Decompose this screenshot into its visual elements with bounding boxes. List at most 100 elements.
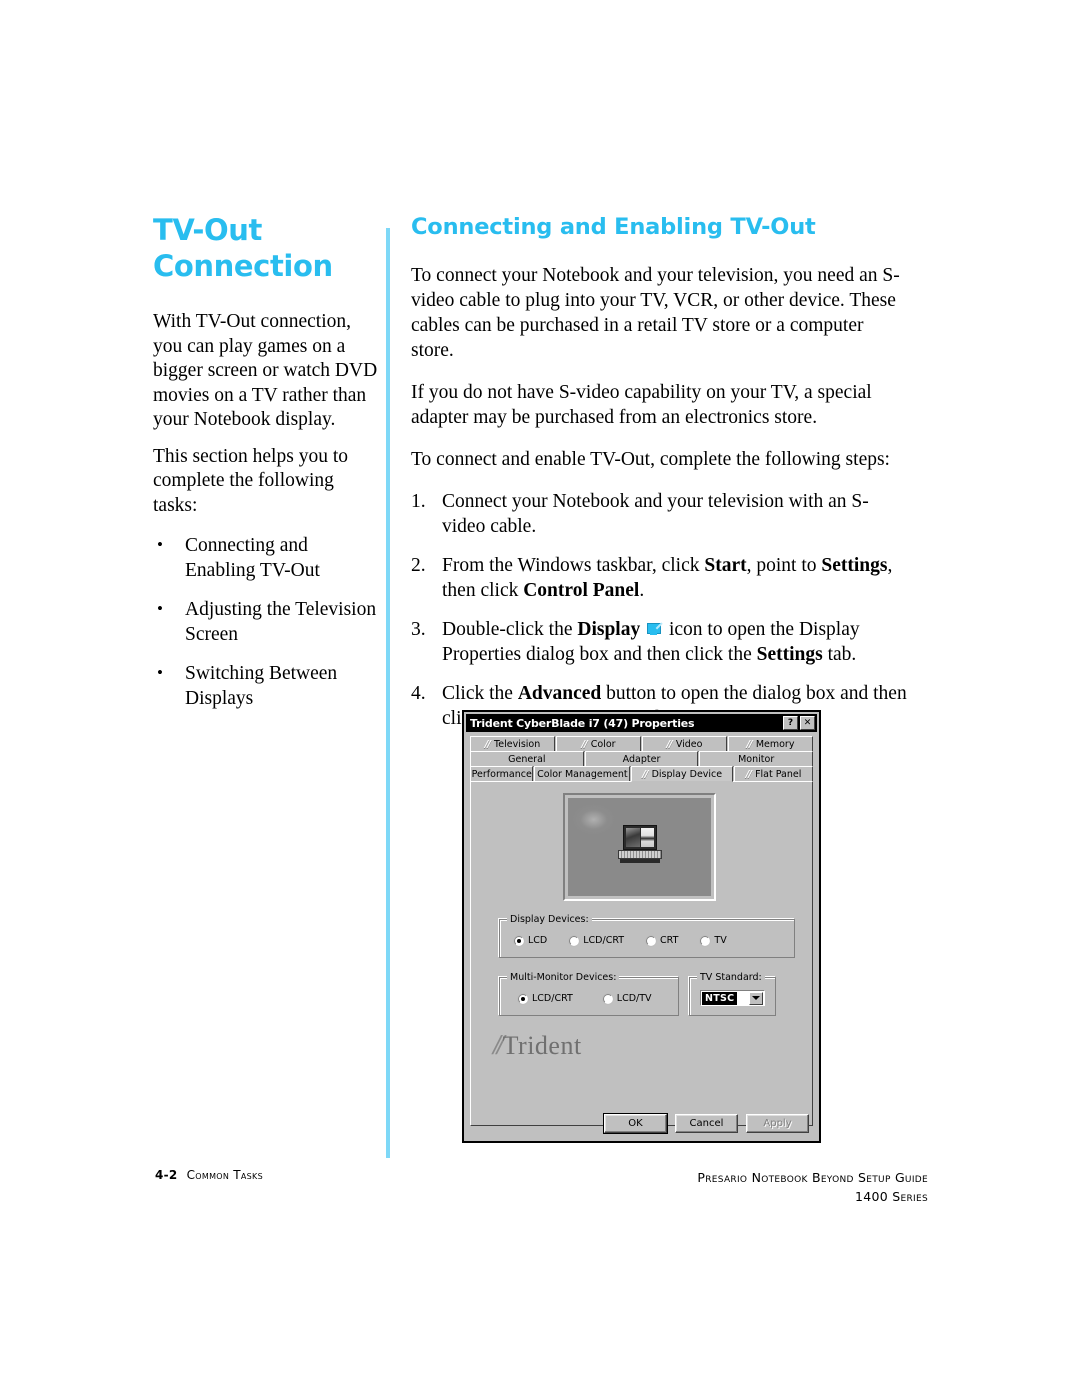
- tab-slash-icon: //: [581, 738, 587, 750]
- radio-dot-icon: [699, 934, 712, 947]
- footer-right: Presario Notebook Beyond Setup Guide 140…: [697, 1168, 928, 1206]
- tab-slash-icon: //: [642, 768, 648, 780]
- multi-monitor-devices-group: Multi-Monitor Devices: LCD/CRT LCD/TV: [499, 972, 679, 1016]
- radio-dot-icon: [601, 992, 614, 1005]
- notebook-keyboard: [617, 850, 662, 860]
- sidebar-bullet-label: Adjusting the Television Screen: [185, 599, 377, 645]
- tab-label: Television: [494, 738, 541, 750]
- bullet-icon: •: [157, 663, 163, 682]
- tab-label: Display Device: [651, 768, 723, 780]
- dialog-titlebar: Trident CyberBlade i7 (47) Properties ? …: [466, 714, 817, 732]
- tab-row-1: // Television // Color // Video // Memor…: [470, 736, 813, 752]
- close-icon[interactable]: ✕: [800, 716, 815, 730]
- list-item: • Adjusting the Television Screen: [153, 598, 383, 647]
- body-text: Double-click the: [442, 619, 578, 640]
- document-page: TV-Out Connection With TV-Out connection…: [0, 0, 1080, 1397]
- trident-properties-dialog: Trident CyberBlade i7 (47) Properties ? …: [462, 710, 821, 1143]
- tab-label: Adapter: [622, 753, 661, 765]
- cancel-button[interactable]: Cancel: [675, 1114, 738, 1133]
- sidebar-paragraph-1: With TV-Out connection, you can play gam…: [153, 311, 378, 430]
- radio-label: LCD: [528, 935, 548, 946]
- bullet-icon: •: [157, 599, 163, 618]
- tab-color-management[interactable]: Color Management: [534, 766, 631, 782]
- radio-lcd[interactable]: LCD: [513, 934, 548, 947]
- body-text: Connect your Notebook and your televisio…: [442, 491, 869, 537]
- sidebar-title-line2: Connection: [153, 249, 333, 283]
- tab-row-3: Performance Color Management // Display …: [470, 766, 814, 782]
- chevron-down-icon[interactable]: [749, 991, 763, 1005]
- step-number: 1.: [411, 491, 426, 512]
- footer-series: 1400 Series: [854, 1189, 928, 1204]
- list-item: • Connecting and Enabling TV-Out: [153, 534, 383, 583]
- radio-label: TV: [714, 935, 727, 946]
- radio-dot-icon: [645, 934, 658, 947]
- tab-general[interactable]: General: [470, 751, 584, 767]
- trident-logo: // Trident: [493, 1032, 582, 1060]
- sidebar-title-line1: TV-Out: [153, 213, 262, 247]
- sidebar-bullet-label: Switching Between Displays: [185, 663, 338, 709]
- step-item: 3. Double-click the Display icon to open…: [411, 617, 911, 667]
- tab-color[interactable]: // Color: [556, 736, 641, 752]
- step-number: 2.: [411, 555, 426, 576]
- tab-slash-icon: //: [484, 738, 491, 750]
- step-text: Double-click the Display icon to open th…: [442, 619, 860, 665]
- radio-tv[interactable]: TV: [699, 934, 727, 947]
- list-item: • Switching Between Displays: [153, 662, 383, 711]
- radio-lcd-crt[interactable]: LCD/CRT: [568, 934, 625, 947]
- sidebar-paragraph-2: This section helps you to complete the f…: [153, 445, 348, 516]
- body-text: .: [639, 580, 645, 601]
- radio-multi-lcd-crt[interactable]: LCD/CRT: [517, 992, 573, 1005]
- dialog-title: Trident CyberBlade i7 (47) Properties: [470, 716, 695, 730]
- tab-television[interactable]: // Television: [470, 736, 555, 752]
- emphasis-text: Display: [577, 619, 641, 640]
- tab-memory[interactable]: // Memory: [728, 736, 813, 752]
- emphasis-text: Start: [704, 555, 747, 576]
- main-paragraph-2: If you do not have S-video capability on…: [411, 382, 872, 428]
- radio-dot-icon: [568, 934, 581, 947]
- step-number: 4.: [411, 683, 426, 704]
- main-column: Connecting and Enabling TV-Out To connec…: [411, 213, 911, 745]
- group-legend: Display Devices:: [507, 914, 592, 925]
- tab-label: Color: [590, 738, 616, 750]
- tab-performance[interactable]: Performance: [470, 766, 534, 782]
- group-legend: TV Standard:: [697, 972, 765, 983]
- tv-standard-select[interactable]: NTSC: [700, 990, 765, 1006]
- radio-label: LCD/CRT: [583, 935, 625, 946]
- main-paragraph-1: To connect your Notebook and your televi…: [411, 265, 900, 361]
- tab-label: General: [508, 753, 546, 765]
- ok-button[interactable]: OK: [603, 1113, 668, 1134]
- tab-adapter[interactable]: Adapter: [584, 751, 699, 767]
- radio-multi-lcd-tv[interactable]: LCD/TV: [601, 992, 652, 1005]
- display-devices-group: Display Devices: LCD LCD/CRT CRT TV: [499, 914, 795, 958]
- emphasis-text: Control Panel: [523, 580, 640, 601]
- emphasis-text: Advanced: [517, 683, 602, 704]
- step-item: 2. From the Windows taskbar, click Start…: [411, 553, 911, 603]
- notebook-screen: [622, 825, 657, 851]
- page-title: Connecting and Enabling TV-Out: [411, 214, 816, 240]
- display-preview: [563, 793, 716, 901]
- tab-label: Flat Panel: [755, 768, 802, 780]
- tab-label: Memory: [755, 738, 795, 750]
- tab-video[interactable]: // Video: [642, 736, 727, 752]
- radio-crt[interactable]: CRT: [645, 934, 678, 947]
- body-text: , point to: [746, 555, 822, 576]
- tab-label: Video: [675, 738, 703, 750]
- tab-monitor[interactable]: Monitor: [699, 751, 814, 767]
- tab-label: Monitor: [738, 753, 775, 765]
- tab-label: Color Management: [537, 768, 628, 780]
- sidebar-task-list: • Connecting and Enabling TV-Out • Adjus…: [153, 534, 383, 711]
- tv-standard-group: TV Standard: NTSC: [689, 972, 776, 1016]
- tab-strip: // Television // Color // Video // Memor…: [470, 736, 814, 782]
- radio-label: LCD/TV: [616, 993, 652, 1004]
- page-number: 4-2: [155, 1168, 178, 1182]
- bullet-icon: •: [157, 535, 163, 554]
- help-button[interactable]: ?: [783, 716, 798, 730]
- sidebar-bullet-label: Connecting and Enabling TV-Out: [185, 535, 320, 581]
- trident-mark-icon: //: [493, 1030, 504, 1061]
- step-text: Connect your Notebook and your televisio…: [442, 491, 869, 537]
- body-text: tab.: [822, 644, 857, 665]
- tab-display-device[interactable]: // Display Device: [631, 766, 734, 782]
- tab-flat-panel[interactable]: // Flat Panel: [734, 766, 814, 782]
- tab-row-2: General Adapter Monitor: [470, 751, 814, 767]
- notebook-illustration-icon: [616, 825, 664, 865]
